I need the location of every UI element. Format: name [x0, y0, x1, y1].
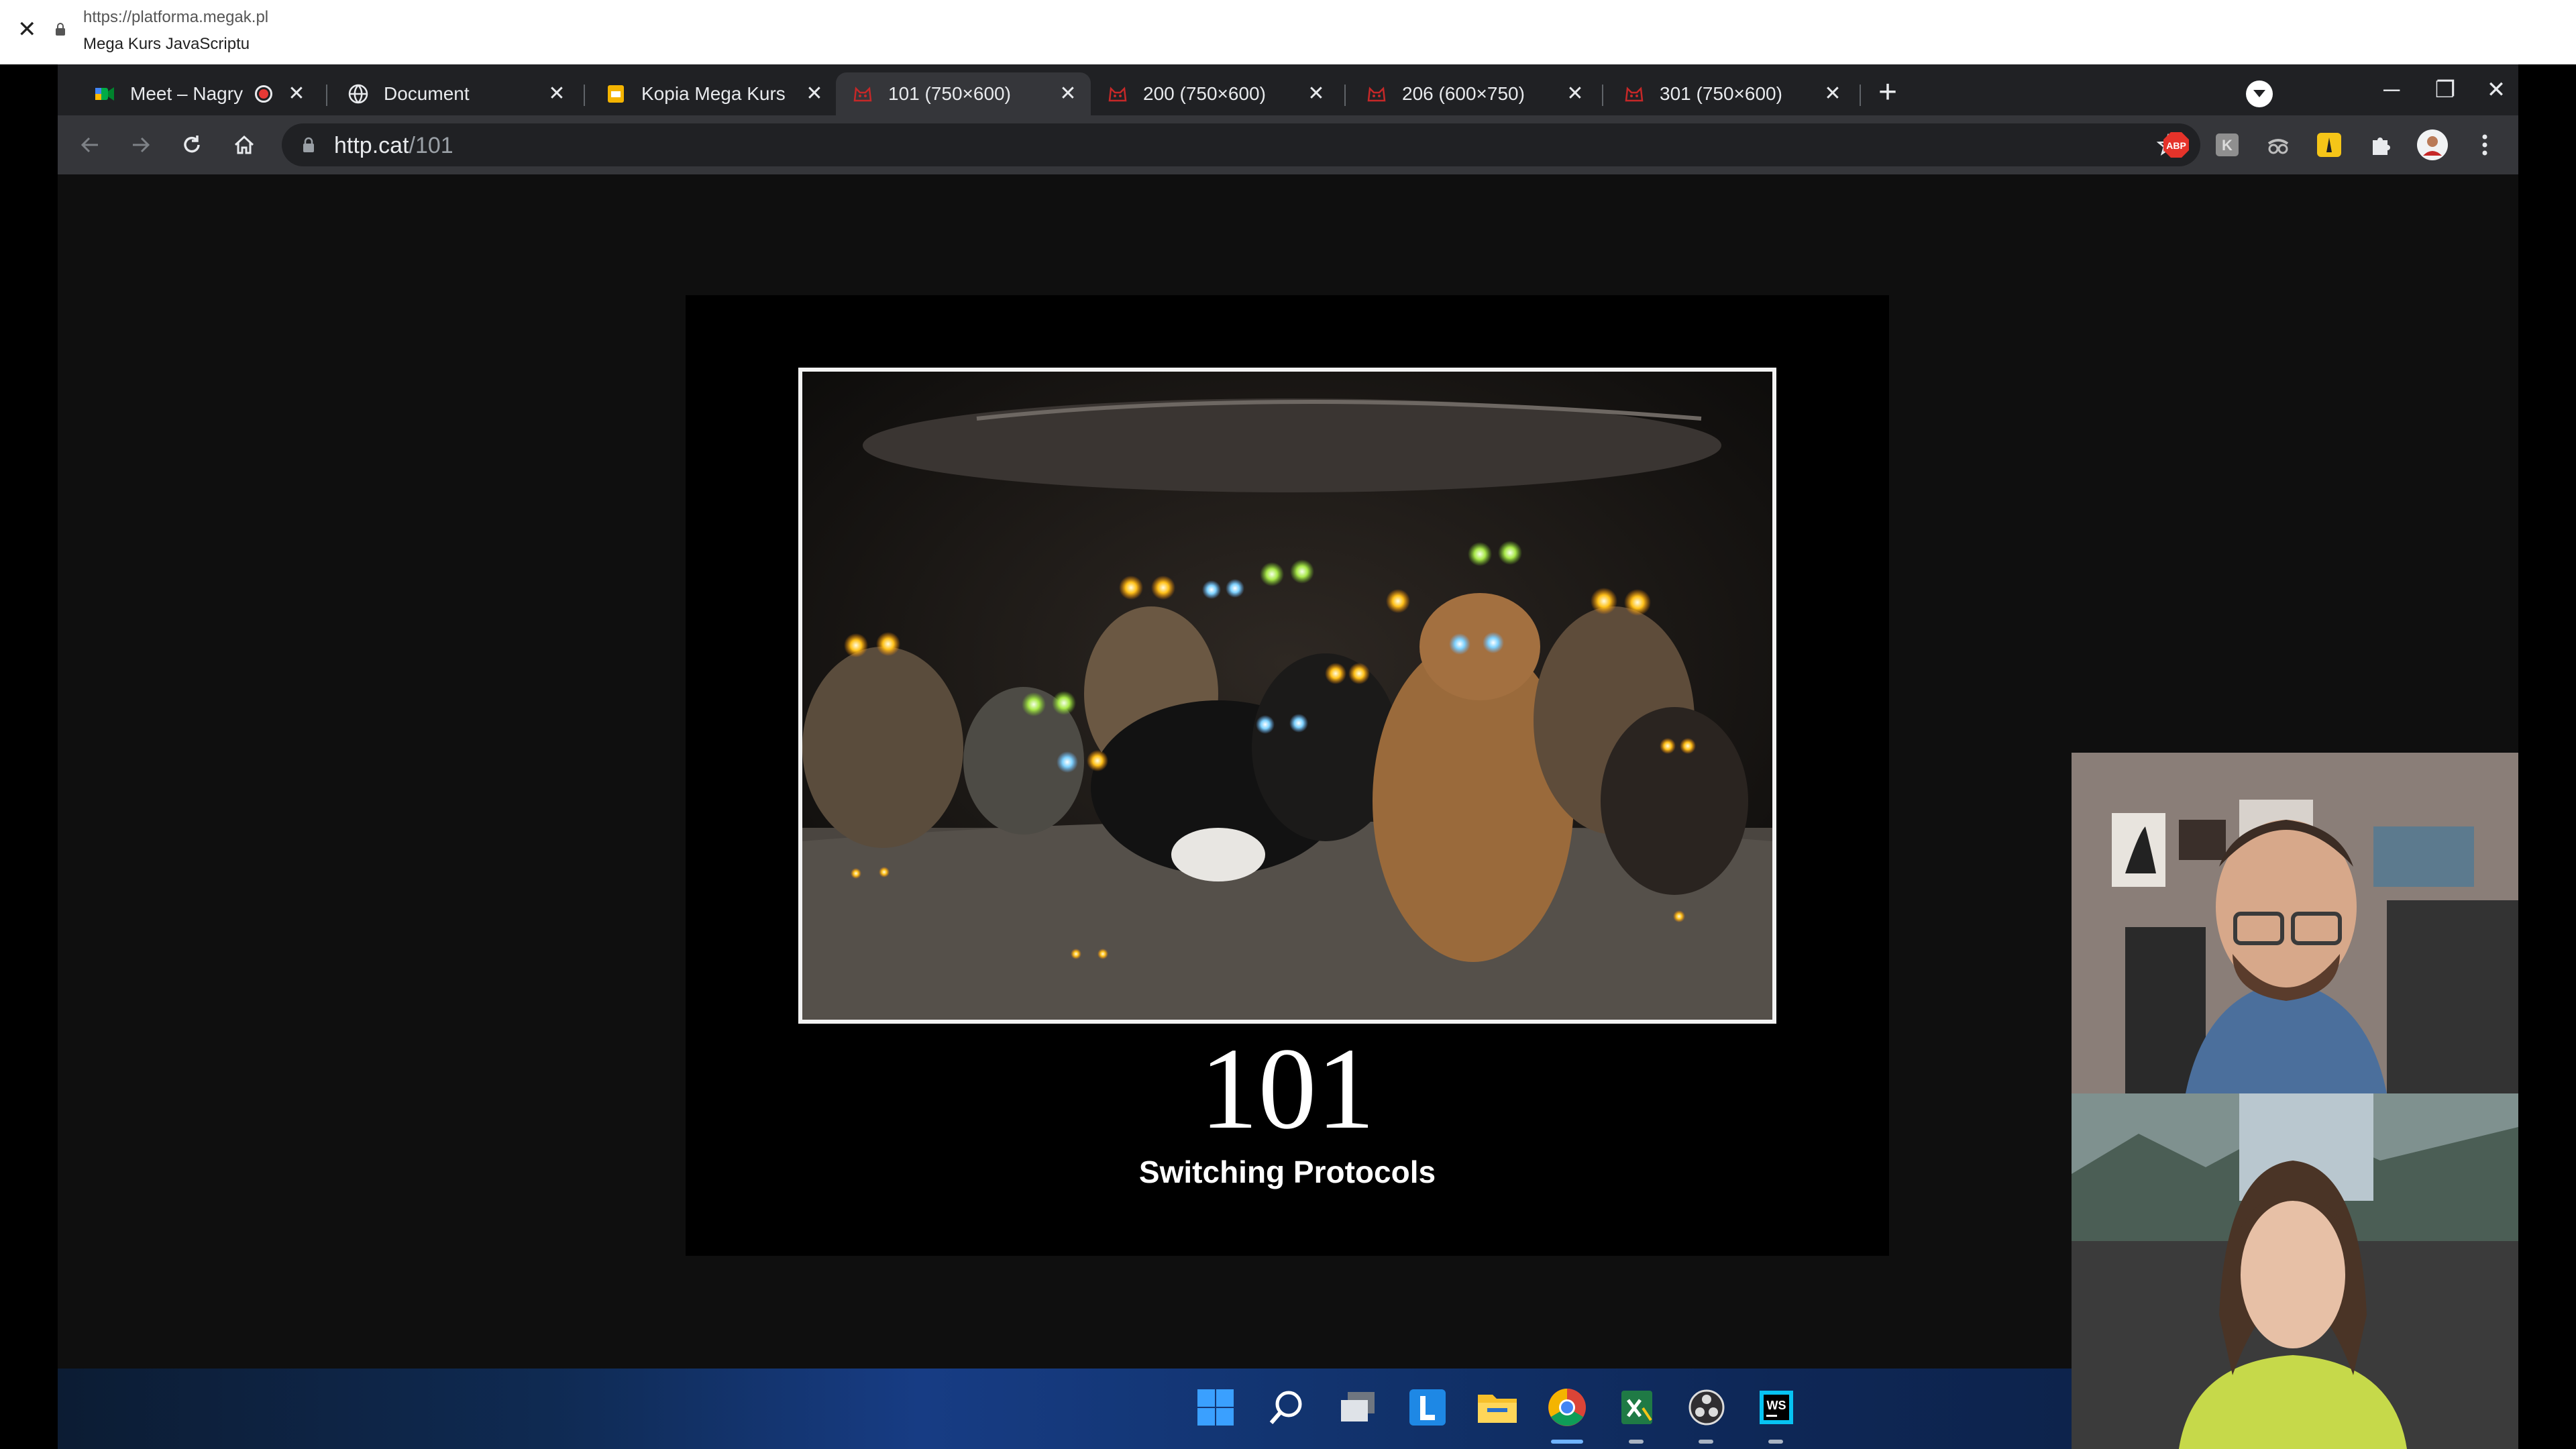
adblock-plus-icon[interactable]: ABP: [2160, 129, 2192, 161]
tab-separator: [1602, 85, 1603, 106]
extension-k-label: K: [2222, 137, 2233, 154]
obs-icon[interactable]: [1685, 1386, 1728, 1429]
webcam-video-woman: [2072, 1093, 2518, 1449]
address-bar[interactable]: http.cat/101: [282, 123, 2200, 166]
player-close-button[interactable]: ✕: [17, 18, 37, 41]
tab-separator: [326, 85, 327, 106]
google-meet-icon: [94, 83, 115, 105]
tab-title: Document: [384, 83, 470, 104]
url-text: http.cat/101: [334, 133, 453, 159]
app-indicator: [1629, 1440, 1644, 1444]
excel-icon[interactable]: [1615, 1386, 1658, 1429]
l-app-icon[interactable]: [1406, 1386, 1449, 1429]
tab-separator: [1860, 85, 1861, 106]
url-host: http.cat: [334, 133, 409, 158]
back-button[interactable]: [72, 127, 107, 162]
tab-search-button[interactable]: [2246, 80, 2273, 107]
tab-close-button[interactable]: ✕: [1566, 84, 1585, 104]
tab-slides[interactable]: Kopia Mega Kurs ✕: [589, 72, 837, 115]
browser-toolbar: http.cat/101 ABP K: [58, 115, 2518, 174]
svg-text:WS: WS: [1767, 1399, 1786, 1412]
adblock-label: ABP: [2166, 140, 2186, 151]
google-slides-icon: [605, 83, 627, 105]
lock-icon: [303, 137, 314, 152]
arrow-right-icon: [133, 137, 150, 153]
tab-strip: Meet – Nagry ✕ Document ✕ Kopia Mega Kur…: [58, 64, 2518, 115]
webcam-tile-presenter: [2072, 753, 2518, 1093]
tab-close-button[interactable]: ✕: [805, 84, 824, 104]
tab-meet[interactable]: Meet – Nagry ✕: [78, 72, 319, 115]
tab-close-button[interactable]: ✕: [1307, 84, 1326, 104]
tab-http-cat-101[interactable]: 101 (750×600) ✕: [836, 72, 1091, 115]
tab-title: 200 (750×600): [1143, 83, 1266, 104]
cats-photo: [798, 368, 1776, 1024]
tab-separator: [584, 85, 585, 106]
chrome-icon[interactable]: [1546, 1386, 1589, 1429]
arrow-left-icon: [80, 137, 98, 153]
extension-yellow-icon[interactable]: [2313, 129, 2345, 161]
kebab-menu-icon[interactable]: [2469, 129, 2501, 161]
tab-separator: [1344, 85, 1346, 106]
tab-title: 301 (750×600): [1660, 83, 1782, 104]
player-title: Mega Kurs JavaScriptu: [83, 35, 250, 53]
player-title-bar: ✕ https://platforma.megak.pl Mega Kurs J…: [0, 0, 2576, 64]
tab-close-button[interactable]: ✕: [287, 84, 306, 104]
tab-http-cat-206[interactable]: 206 (600×750) ✕: [1350, 72, 1598, 115]
url-path: /101: [409, 133, 453, 158]
globe-icon: [347, 83, 369, 105]
http-cat-poster: 101 Switching Protocols: [686, 295, 1889, 1256]
extension-spy-icon[interactable]: [2262, 129, 2294, 161]
task-view-icon[interactable]: [1336, 1386, 1379, 1429]
webstorm-icon[interactable]: WS: [1755, 1386, 1798, 1429]
http-cat-icon: [1623, 83, 1645, 105]
home-button[interactable]: [227, 127, 262, 162]
app-indicator: [1699, 1440, 1713, 1444]
http-cat-icon: [852, 83, 873, 105]
cats-with-glowing-eyes-image: [802, 372, 1772, 1020]
home-icon: [234, 135, 254, 154]
forward-button[interactable]: [123, 127, 158, 162]
tab-close-button[interactable]: ✕: [1823, 84, 1842, 104]
player-url: https://platforma.megak.pl: [83, 8, 269, 26]
profile-avatar[interactable]: [2416, 129, 2449, 161]
tab-document[interactable]: Document ✕: [331, 72, 580, 115]
extensions-puzzle-icon[interactable]: [2365, 129, 2398, 161]
tab-title: 206 (600×750): [1402, 83, 1525, 104]
http-cat-icon: [1107, 83, 1128, 105]
lock-icon: [56, 23, 65, 36]
new-tab-button[interactable]: +: [1869, 74, 1907, 111]
tab-close-button[interactable]: ✕: [547, 84, 566, 104]
http-cat-icon: [1366, 83, 1387, 105]
reload-button[interactable]: [174, 127, 209, 162]
reload-icon: [184, 136, 200, 153]
window-close-button[interactable]: ✕: [2473, 72, 2518, 107]
restore-button[interactable]: ❐: [2422, 72, 2469, 107]
status-code: 101: [1199, 1024, 1375, 1153]
tab-title: 101 (750×600): [888, 83, 1011, 104]
tab-http-cat-200[interactable]: 200 (750×600) ✕: [1091, 72, 1339, 115]
extension-k-icon[interactable]: K: [2211, 129, 2243, 161]
app-indicator: [1768, 1440, 1783, 1444]
active-app-indicator: [1551, 1440, 1583, 1444]
webcam-video-man: [2072, 753, 2518, 1093]
status-phrase: Switching Protocols: [1138, 1155, 1436, 1189]
tab-title: Kopia Mega Kurs: [641, 83, 786, 104]
minimize-button[interactable]: ─: [2368, 72, 2415, 107]
webcam-tile-participant: [2072, 1093, 2518, 1449]
tab-http-cat-301[interactable]: 301 (750×600) ✕: [1607, 72, 1856, 115]
recording-icon: [255, 85, 272, 103]
tab-close-button[interactable]: ✕: [1059, 84, 1077, 104]
windows-start-icon[interactable]: [1194, 1386, 1237, 1429]
search-icon[interactable]: [1265, 1386, 1308, 1429]
file-explorer-icon[interactable]: [1476, 1386, 1519, 1429]
tab-title: Meet – Nagry: [130, 83, 244, 104]
screen-capture: Meet – Nagry ✕ Document ✕ Kopia Mega Kur…: [58, 64, 2518, 1449]
